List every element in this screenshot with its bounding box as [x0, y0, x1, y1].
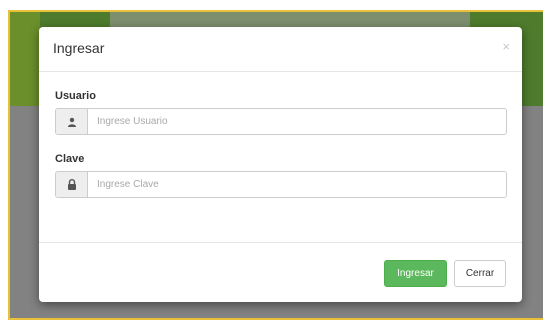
background-header-stripe — [10, 12, 40, 106]
modal-body: Usuario Clave — [39, 72, 522, 242]
modal-footer: Ingresar Cerrar — [39, 242, 522, 302]
usuario-label: Usuario — [55, 90, 96, 102]
ingresar-button[interactable]: Ingresar — [384, 260, 447, 287]
usuario-input-group — [55, 108, 507, 135]
lock-icon — [56, 172, 88, 197]
clave-input[interactable] — [88, 172, 506, 197]
cerrar-button[interactable]: Cerrar — [454, 260, 506, 287]
usuario-input[interactable] — [88, 109, 506, 134]
clave-label: Clave — [55, 153, 85, 165]
close-icon[interactable]: × — [502, 39, 510, 54]
login-modal: Ingresar × Usuario Clave In — [39, 27, 522, 302]
clave-input-group — [55, 171, 507, 198]
user-icon — [56, 109, 88, 134]
modal-title: Ingresar — [53, 40, 105, 56]
modal-header: Ingresar × — [39, 27, 522, 72]
